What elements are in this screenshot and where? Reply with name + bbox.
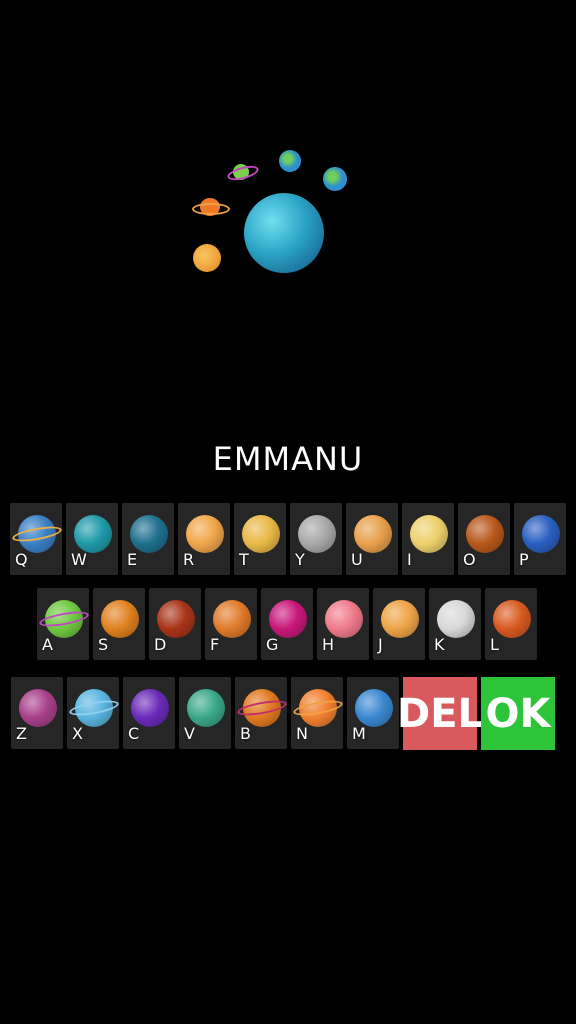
key-letter: R	[183, 550, 195, 569]
key-f[interactable]: F	[205, 588, 257, 660]
key-letter: O	[463, 550, 476, 569]
key-e[interactable]: E	[122, 503, 174, 575]
key-letter: M	[352, 724, 366, 743]
key-a[interactable]: A	[37, 588, 90, 660]
gray-moon-icon	[298, 515, 336, 553]
key-t[interactable]: T	[234, 503, 286, 575]
key-h[interactable]: H	[317, 588, 369, 660]
green-blue-planet-icon	[187, 689, 225, 727]
orange-moon-planet-icon	[186, 515, 224, 553]
brown-cracked-planet-icon	[466, 515, 504, 553]
key-p[interactable]: P	[514, 503, 566, 575]
key-n[interactable]: N	[291, 677, 344, 749]
key-c[interactable]: C	[123, 677, 175, 749]
key-letter: L	[490, 635, 499, 654]
key-letter: J	[378, 635, 383, 654]
key-x[interactable]: X	[67, 677, 120, 749]
key-letter: I	[407, 550, 412, 569]
key-letter: G	[266, 635, 279, 654]
key-b[interactable]: B	[235, 677, 288, 749]
key-letter: T	[239, 550, 249, 569]
key-letter: Y	[295, 550, 305, 569]
key-l[interactable]: L	[485, 588, 537, 660]
key-d[interactable]: D	[149, 588, 201, 660]
key-k[interactable]: K	[429, 588, 481, 660]
key-letter: C	[128, 724, 140, 743]
key-r[interactable]: R	[178, 503, 230, 575]
key-o[interactable]: O	[458, 503, 510, 575]
earth-planet-icon	[355, 689, 393, 727]
blue-planet-icon	[130, 515, 168, 553]
deep-blue-planet-icon	[522, 515, 560, 553]
key-v[interactable]: V	[179, 677, 231, 749]
orange-blue-planet-icon	[354, 515, 392, 553]
ok-button[interactable]: OK	[481, 677, 555, 750]
key-letter: H	[322, 635, 335, 654]
purple-spotted-planet-icon	[131, 689, 169, 727]
key-letter: S	[98, 635, 109, 654]
delete-button[interactable]: DEL	[397, 677, 483, 750]
key-s[interactable]: S	[93, 588, 145, 660]
teal-planet-icon	[74, 515, 112, 553]
purple-striped-planet-icon	[19, 689, 57, 727]
key-letter: Z	[16, 724, 27, 743]
key-letter: X	[72, 724, 83, 743]
key-g[interactable]: G	[261, 588, 313, 660]
yellow-striped-planet-icon	[242, 515, 280, 553]
red-planet-icon	[157, 600, 195, 638]
key-y[interactable]: Y	[290, 503, 342, 575]
orange-spotted-planet-icon	[381, 600, 419, 638]
orange-planet-icon	[101, 600, 139, 638]
key-letter: N	[296, 724, 308, 743]
key-letter: A	[42, 635, 53, 654]
key-letter: B	[240, 724, 251, 743]
planet-keyboard: Q W E R T Y U I O P A S D F G H J K L Z X C V B N M	[0, 0, 576, 1024]
key-letter: V	[184, 724, 195, 743]
yellow-planet-icon	[410, 515, 448, 553]
key-letter: E	[127, 550, 138, 569]
key-letter: K	[434, 635, 445, 654]
key-u[interactable]: U	[346, 503, 398, 575]
white-rock-planet-icon	[437, 600, 475, 638]
key-w[interactable]: W	[66, 503, 118, 575]
key-letter: W	[71, 550, 87, 569]
key-letter: P	[519, 550, 529, 569]
key-letter: F	[210, 635, 220, 654]
key-letter: Q	[15, 550, 28, 569]
key-z[interactable]: Z	[11, 677, 63, 749]
key-m[interactable]: M	[347, 677, 399, 749]
lava-planet-icon	[493, 600, 531, 638]
key-j[interactable]: J	[373, 588, 425, 660]
key-letter: D	[154, 635, 167, 654]
key-q[interactable]: Q	[10, 503, 63, 575]
orange-cracked-planet-icon	[213, 600, 251, 638]
pink-swirl-planet-icon	[325, 600, 363, 638]
magenta-planet-icon	[269, 600, 307, 638]
key-letter: U	[351, 550, 363, 569]
key-i[interactable]: I	[402, 503, 454, 575]
